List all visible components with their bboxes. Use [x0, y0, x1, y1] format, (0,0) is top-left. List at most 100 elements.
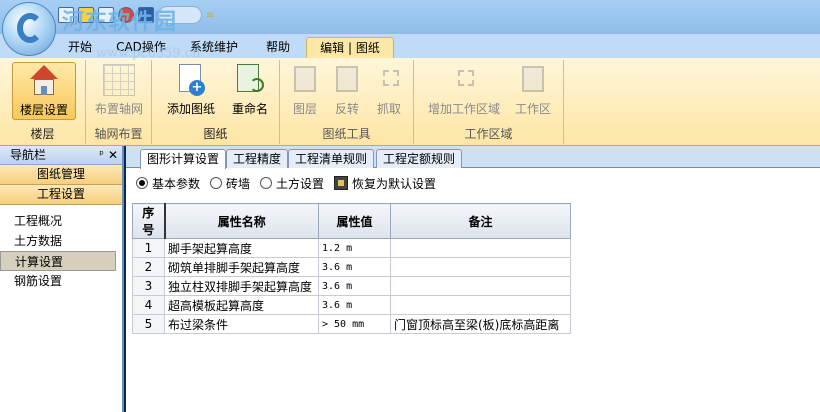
- floor-settings-button[interactable]: 楼层设置: [12, 62, 76, 120]
- settings-tabs: 图形计算设置 工程精度 工程清单规则 工程定额规则: [126, 146, 820, 169]
- table-row[interactable]: 4 超高模板起算高度 3.6 m: [132, 295, 571, 315]
- invert-button[interactable]: 反转: [328, 62, 366, 120]
- project-settings-button[interactable]: 工程设置: [0, 185, 122, 205]
- invert-icon: [331, 64, 363, 96]
- group-label: 楼层: [30, 127, 55, 141]
- radio-earthwork[interactable]: 土方设置: [260, 175, 324, 192]
- radio-indicator[interactable]: [260, 177, 273, 189]
- radio-basic-params[interactable]: 基本参数: [136, 175, 200, 192]
- cell-name[interactable]: 脚手架起算高度: [164, 238, 319, 258]
- cell-value[interactable]: 1.2 m: [318, 238, 391, 258]
- group-floor: 楼层设置 楼层: [0, 60, 86, 144]
- add-document-icon: +: [175, 64, 207, 96]
- layer-button[interactable]: 图层: [286, 62, 324, 120]
- button-label: 工作区: [514, 102, 551, 116]
- cell-note[interactable]: [390, 276, 571, 296]
- crop-icon: [373, 64, 405, 96]
- application-menu-button[interactable]: [2, 2, 56, 56]
- rename-icon: [234, 64, 266, 96]
- cell-name[interactable]: 独立柱双排脚手架起算高度: [164, 276, 319, 296]
- table-row[interactable]: 5 布过梁条件 > 50 mm 门窗顶标高至梁(板)底标高距离: [132, 314, 571, 334]
- cell-name[interactable]: 砌筑单排脚手架起算高度: [164, 257, 319, 277]
- nav-header: 导航栏 ᵖ ✕: [0, 146, 122, 165]
- tab-graphic-calc[interactable]: 图形计算设置: [140, 149, 227, 169]
- cell-no: 4: [132, 295, 165, 315]
- tab-help[interactable]: 帮助: [256, 37, 300, 58]
- main-panel: 图形计算设置 工程精度 工程清单规则 工程定额规则 基本参数 砖墙 土方设置 恢…: [126, 146, 820, 412]
- drawing-management-button[interactable]: 图纸管理: [0, 165, 122, 185]
- app-logo-icon: [17, 13, 43, 43]
- capture-button[interactable]: 抓取: [370, 62, 408, 120]
- radio-label: 砖墙: [226, 176, 251, 191]
- restore-icon: [334, 176, 349, 190]
- tab-edit-drawing[interactable]: 编辑 | 图纸: [306, 37, 394, 58]
- button-label: 布置轴网: [94, 102, 143, 116]
- watermark-text: 河东软件园: [62, 10, 178, 35]
- button-label: 增加工作区域: [427, 102, 500, 116]
- nav-item-earthwork[interactable]: 土方数据: [0, 231, 122, 251]
- nav-list: 工程概况 土方数据 计算设置 钢筋设置: [0, 205, 122, 291]
- rename-button[interactable]: 重命名: [226, 62, 274, 120]
- tab-precision[interactable]: 工程精度: [226, 149, 289, 168]
- group-label: 轴网布置: [94, 127, 143, 141]
- workspace-icon: [517, 64, 549, 96]
- nav-title: 导航栏: [10, 148, 47, 162]
- restore-defaults-button[interactable]: 恢复为默认设置: [334, 175, 436, 192]
- group-label: 图纸工具: [322, 127, 371, 141]
- title-bar: ≡ 河东软件园: [0, 0, 820, 56]
- radio-indicator[interactable]: [136, 177, 148, 189]
- cell-note[interactable]: [390, 295, 571, 315]
- cell-value[interactable]: > 50 mm: [318, 314, 391, 334]
- pin-icon[interactable]: ᵖ: [99, 146, 104, 164]
- cell-no: 3: [132, 276, 165, 296]
- table-row[interactable]: 3 独立柱双排脚手架起算高度 3.6 m: [132, 276, 571, 296]
- layer-icon: [289, 64, 321, 96]
- tab-bill-rules[interactable]: 工程清单规则: [288, 149, 375, 168]
- ribbon: 楼层设置 楼层 布置轴网 轴网布置 + 添加图纸 重命名 图纸 图层 反转 抓取…: [0, 58, 820, 146]
- nav-item-calc-settings[interactable]: 计算设置: [0, 251, 116, 271]
- nav-item-overview[interactable]: 工程概况: [0, 211, 122, 231]
- add-work-area-button[interactable]: 增加工作区域: [424, 62, 504, 120]
- work-area-button[interactable]: 工作区: [510, 62, 556, 120]
- cell-no: 1: [132, 238, 165, 258]
- place-axis-button[interactable]: 布置轴网: [90, 62, 148, 120]
- cell-value[interactable]: 3.6 m: [318, 257, 391, 277]
- properties-table: 序号 属性名称 属性值 备注 1 脚手架起算高度 1.2 m 2 砌筑单排脚手架…: [132, 203, 571, 334]
- cell-value[interactable]: 3.6 m: [318, 295, 391, 315]
- table-header-row: 序号 属性名称 属性值 备注: [132, 203, 571, 239]
- house-icon: [28, 65, 60, 97]
- group-drawing-tools: 图层 反转 抓取 图纸工具: [280, 60, 414, 144]
- add-area-icon: [448, 64, 480, 96]
- radio-indicator[interactable]: [210, 177, 223, 189]
- cell-no: 5: [132, 314, 165, 334]
- group-work-area: 增加工作区域 工作区 工作区域: [414, 60, 564, 144]
- close-icon[interactable]: ✕: [108, 146, 118, 164]
- button-label: 添加图纸: [166, 102, 215, 116]
- nav-item-rebar[interactable]: 钢筋设置: [0, 271, 122, 291]
- grid-icon: [103, 64, 135, 96]
- cell-no: 2: [132, 257, 165, 277]
- button-label: 重命名: [231, 102, 268, 116]
- cell-note[interactable]: [390, 238, 571, 258]
- col-no: 序号: [132, 203, 166, 239]
- cell-note[interactable]: [390, 257, 571, 277]
- radio-label: 土方设置: [276, 176, 325, 191]
- radio-brick-wall[interactable]: 砖墙: [210, 175, 250, 192]
- tab-start[interactable]: 开始: [60, 37, 100, 58]
- options-bar: 基本参数 砖墙 土方设置 恢复为默认设置: [136, 174, 446, 192]
- group-axis: 布置轴网 轴网布置: [86, 60, 152, 144]
- cell-name[interactable]: 超高模板起算高度: [164, 295, 319, 315]
- cell-value[interactable]: 3.6 m: [318, 276, 391, 296]
- button-label: 楼层设置: [19, 103, 68, 117]
- button-label: 抓取: [376, 102, 401, 116]
- table-row[interactable]: 1 脚手架起算高度 1.2 m: [132, 238, 571, 258]
- group-label: 工作区域: [464, 127, 513, 141]
- group-drawing: + 添加图纸 重命名 图纸: [152, 60, 280, 144]
- tab-quota-rules[interactable]: 工程定额规则: [376, 149, 463, 168]
- cell-name[interactable]: 布过梁条件: [164, 314, 319, 334]
- button-label: 图层: [292, 102, 317, 116]
- cell-note[interactable]: 门窗顶标高至梁(板)底标高距离: [390, 314, 571, 334]
- add-drawing-button[interactable]: + 添加图纸: [164, 62, 218, 120]
- table-row[interactable]: 2 砌筑单排脚手架起算高度 3.6 m: [132, 257, 571, 277]
- customize-qat-icon[interactable]: ≡: [206, 10, 214, 21]
